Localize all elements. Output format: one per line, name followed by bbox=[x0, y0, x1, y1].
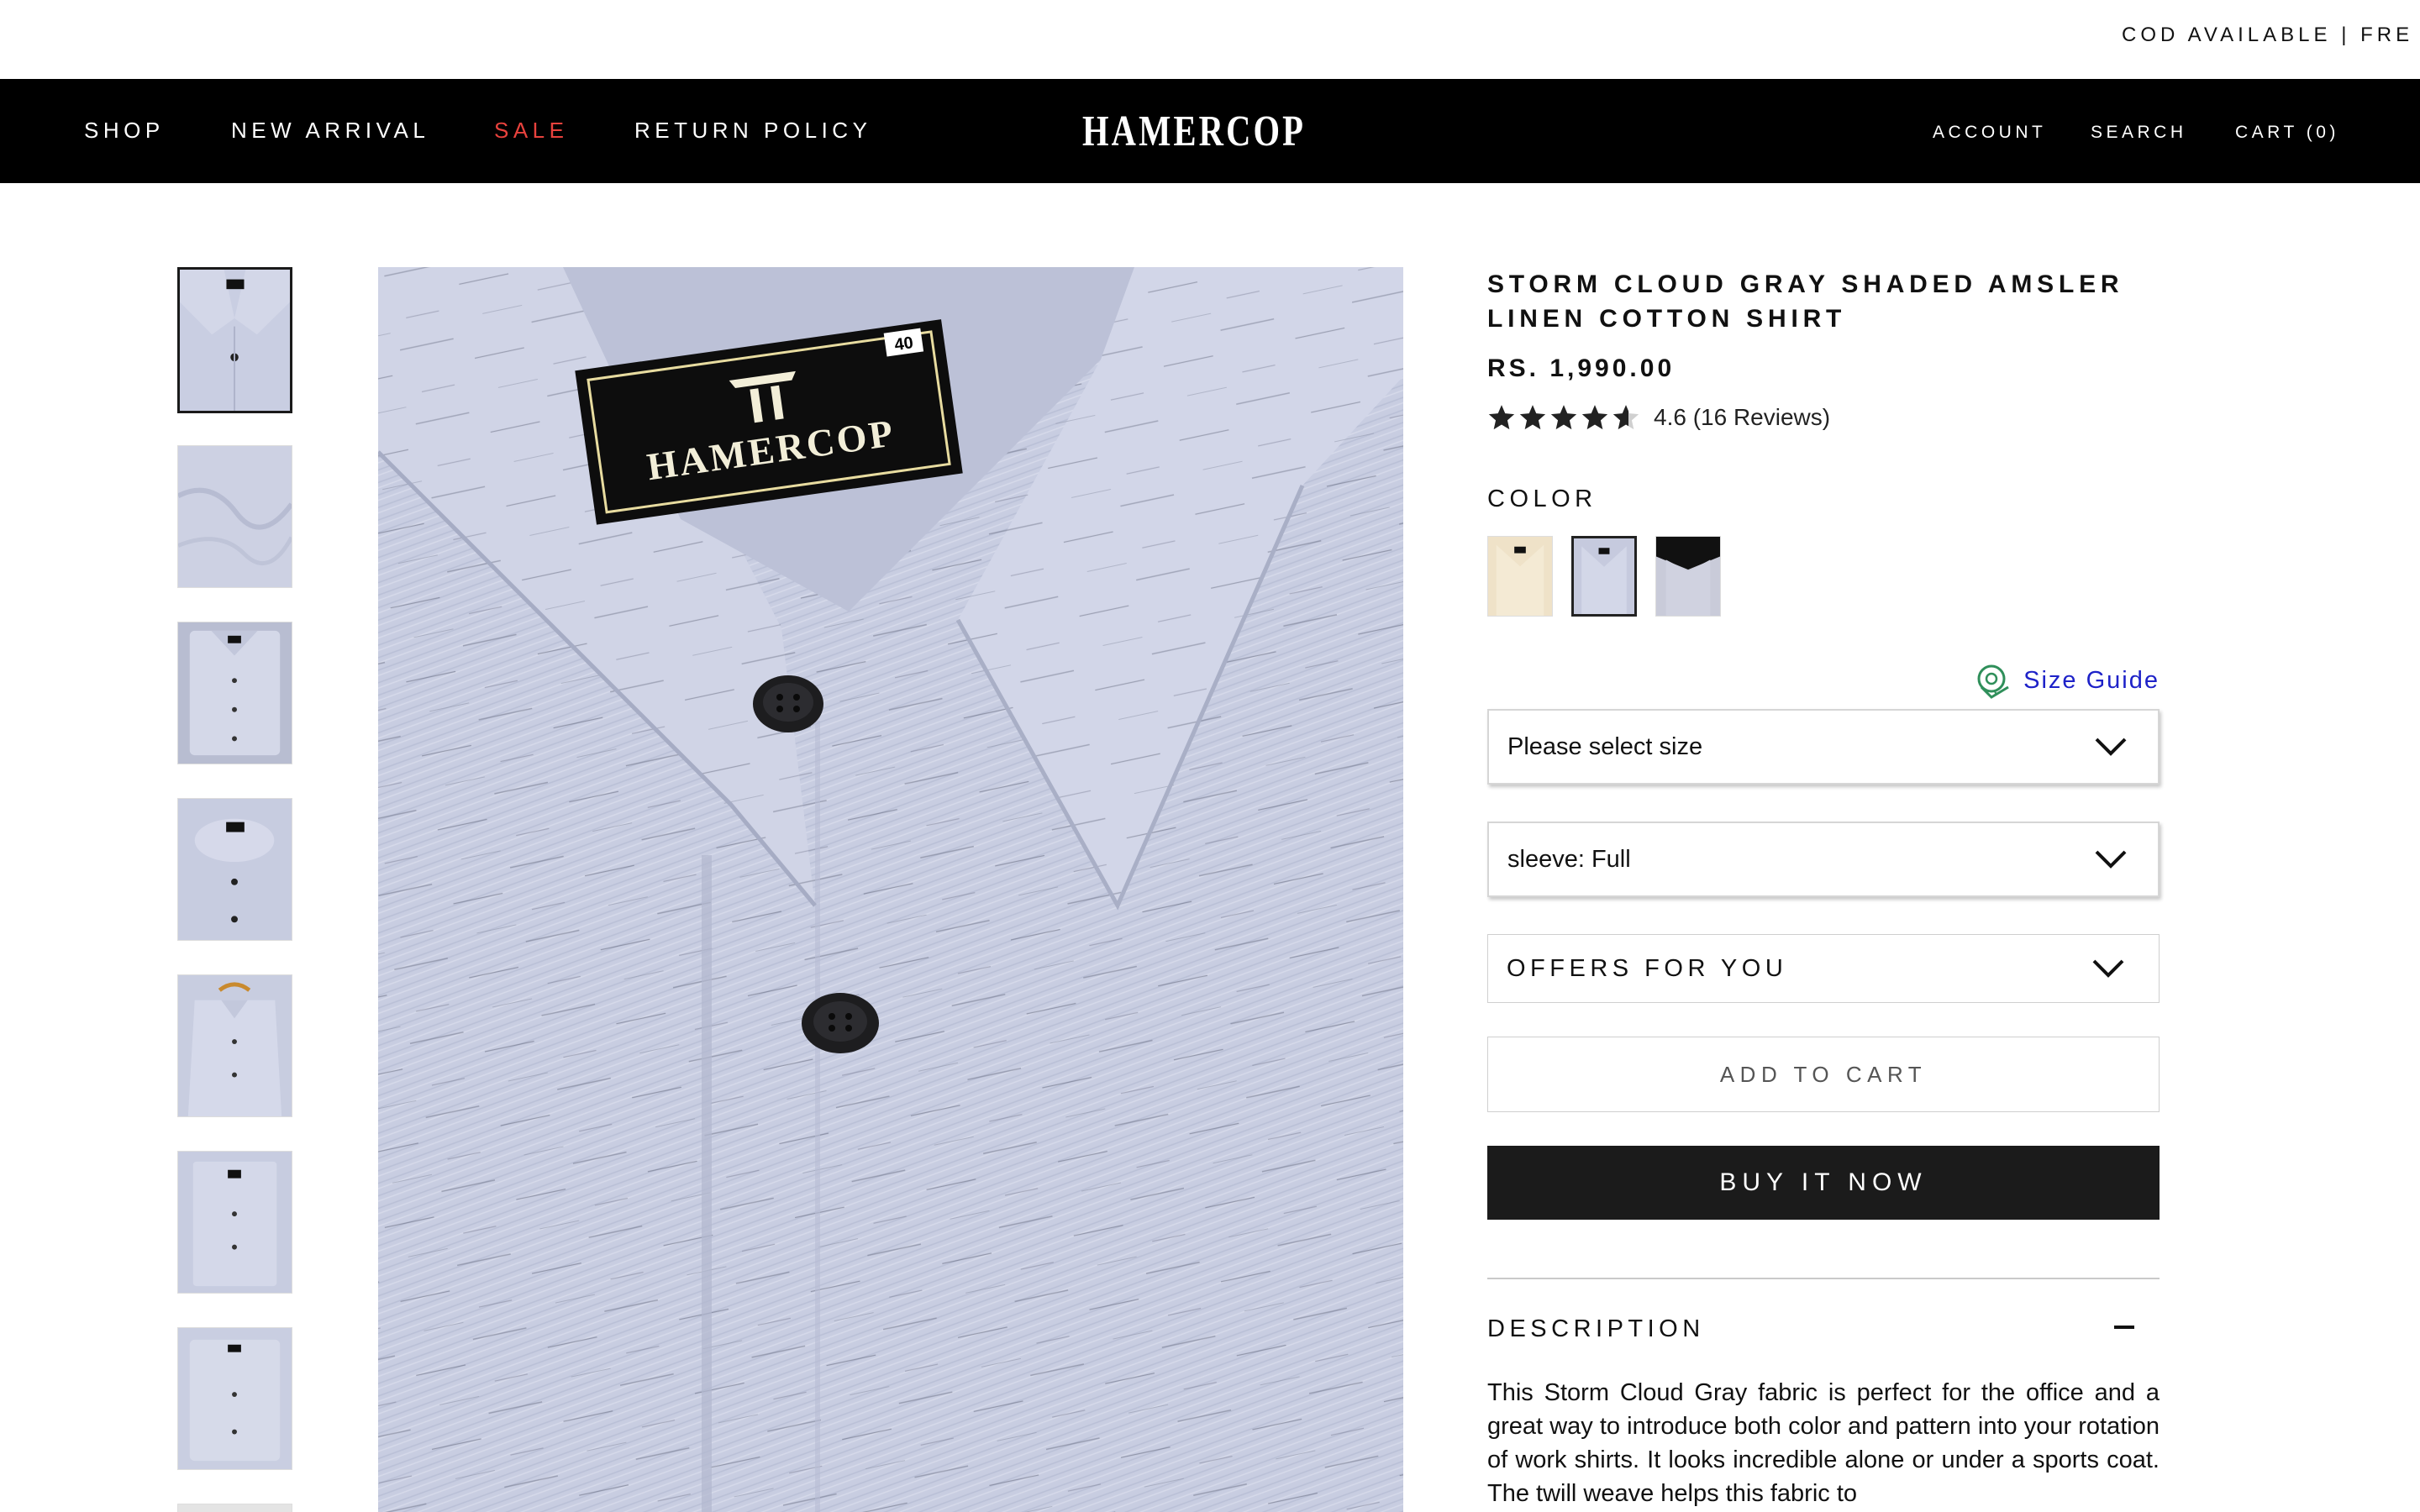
buy-it-now-button[interactable]: BUY IT NOW bbox=[1487, 1146, 2160, 1220]
thumbnail-7[interactable] bbox=[177, 1327, 292, 1470]
site-header: SHOP NEW ARRIVAL SALE RETURN POLICY HAME… bbox=[0, 79, 2420, 183]
label-size-text: 40 bbox=[893, 333, 914, 354]
nav-return-policy[interactable]: RETURN POLICY bbox=[634, 118, 871, 144]
offers-accordion[interactable]: OFFERS FOR YOU bbox=[1487, 934, 2160, 1003]
star-icon bbox=[1488, 405, 1515, 430]
color-label: COLOR bbox=[1487, 486, 1597, 512]
size-guide-link[interactable]: Size Guide bbox=[1975, 662, 2160, 699]
main-product-image[interactable]: 40 HAMERCOP bbox=[378, 267, 1403, 1512]
collar-closeup-thumb-image bbox=[178, 799, 292, 940]
cart-link[interactable]: CART (0) bbox=[2235, 123, 2339, 143]
collapse-minus-icon bbox=[2114, 1326, 2134, 1329]
star-half-icon bbox=[1612, 405, 1639, 430]
announcement-bar: COD AVAILABLE | FRE bbox=[0, 0, 2420, 79]
section-divider bbox=[1487, 1278, 2160, 1279]
offers-label: OFFERS FOR YOU bbox=[1507, 954, 1788, 982]
star-icon bbox=[1519, 405, 1546, 430]
color-swatch-beige[interactable] bbox=[1487, 536, 1553, 617]
folded-shirt-thumb-image bbox=[178, 622, 292, 764]
thumbnail-6[interactable] bbox=[177, 1151, 292, 1294]
rating-stars bbox=[1487, 403, 1640, 432]
account-link[interactable]: ACCOUNT bbox=[1933, 123, 2046, 143]
color-swatch-gray-black[interactable] bbox=[1655, 536, 1721, 617]
search-link[interactable]: SEARCH bbox=[2091, 123, 2187, 143]
description-text: This Storm Cloud Gray fabric is perfect … bbox=[1487, 1379, 2160, 1507]
product-rating[interactable]: 4.6 (16 Reviews) bbox=[1487, 403, 1830, 432]
thumbnail-2[interactable] bbox=[177, 445, 292, 588]
chevron-down-icon bbox=[2092, 959, 2124, 978]
front-shirt-thumb-image bbox=[178, 1152, 292, 1293]
chevron-down-icon bbox=[2095, 850, 2127, 869]
size-select-value: Please select size bbox=[1507, 732, 1703, 760]
folded-shirt-alt-thumb-image bbox=[178, 1328, 292, 1469]
thumbnail-1[interactable] bbox=[177, 267, 292, 413]
thumbnail-3[interactable] bbox=[177, 622, 292, 764]
thumbnail-5[interactable] bbox=[177, 974, 292, 1117]
hanging-shirt-thumb-image bbox=[178, 975, 292, 1116]
buy-it-now-label: BUY IT NOW bbox=[1719, 1168, 1928, 1196]
size-guide-label: Size Guide bbox=[2023, 666, 2160, 694]
add-to-cart-button[interactable]: ADD TO CART bbox=[1487, 1037, 2160, 1112]
announcement-text: COD AVAILABLE | FRE bbox=[2122, 24, 2414, 46]
brand-logo[interactable]: HAMERCOP bbox=[1077, 104, 1346, 158]
thumbnail-8[interactable] bbox=[177, 1504, 292, 1512]
gray-black-shirt-swatch-image bbox=[1656, 537, 1720, 616]
chevron-down-icon bbox=[2095, 738, 2127, 756]
description-accordion[interactable]: DESCRIPTION bbox=[1487, 1315, 2160, 1343]
logo-text: HAMERCOP bbox=[1082, 107, 1307, 155]
packaging-thumb-image bbox=[178, 1504, 292, 1512]
star-icon bbox=[1550, 405, 1577, 430]
rating-text: 4.6 (16 Reviews) bbox=[1654, 404, 1831, 430]
gray-shirt-swatch-image bbox=[1574, 538, 1634, 614]
color-swatch-gray[interactable] bbox=[1571, 536, 1637, 617]
nav-new-arrival[interactable]: NEW ARRIVAL bbox=[231, 118, 429, 144]
beige-shirt-swatch-image bbox=[1488, 537, 1552, 616]
measuring-tape-icon bbox=[1977, 664, 2009, 699]
size-select[interactable]: Please select size bbox=[1487, 709, 2160, 785]
nav-sale[interactable]: SALE bbox=[494, 118, 569, 144]
shirt-collar-thumb-image bbox=[180, 270, 290, 411]
product-price: RS. 1,990.00 bbox=[1487, 354, 1676, 382]
nav-shop[interactable]: SHOP bbox=[84, 118, 165, 144]
star-icon bbox=[1581, 405, 1608, 430]
description-heading: DESCRIPTION bbox=[1487, 1315, 1705, 1342]
shirt-collar-photo: 40 HAMERCOP bbox=[378, 267, 1403, 1512]
add-to-cart-label: ADD TO CART bbox=[1719, 1061, 1928, 1087]
product-title: STORM CLOUD GRAY SHADED AMSLER LINEN COT… bbox=[1487, 270, 2124, 333]
thumbnail-4[interactable] bbox=[177, 798, 292, 941]
fabric-texture-thumb-image bbox=[178, 446, 292, 587]
sleeve-select[interactable]: sleeve: Full bbox=[1487, 822, 2160, 897]
sleeve-select-value: sleeve: Full bbox=[1507, 845, 1631, 873]
